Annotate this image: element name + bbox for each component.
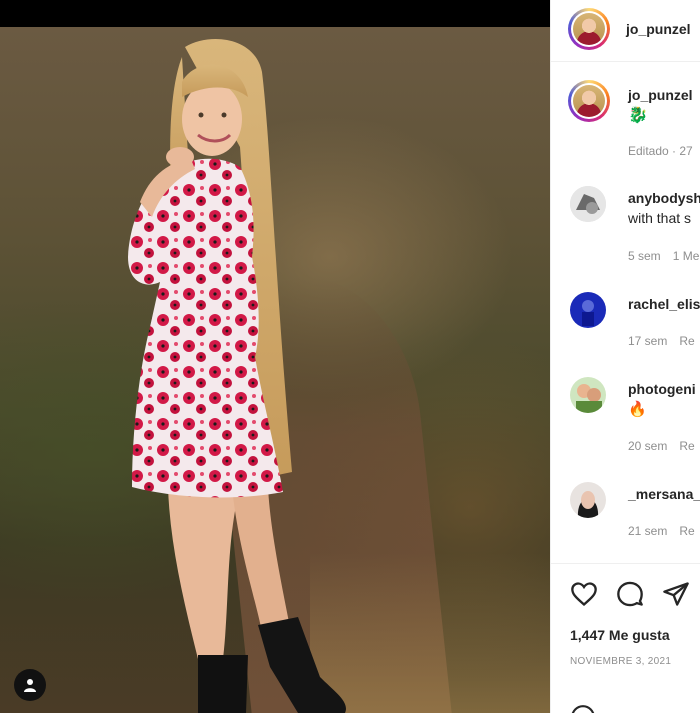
comment-username[interactable]: anybodysh bbox=[628, 190, 700, 206]
post-photo[interactable] bbox=[0, 27, 550, 713]
commenter-avatar[interactable] bbox=[570, 482, 606, 518]
comment-username[interactable]: _mersana_ bbox=[628, 486, 700, 502]
comment-time[interactable]: 5 sem bbox=[628, 249, 661, 263]
commenter-avatar[interactable] bbox=[570, 377, 606, 413]
reply-button[interactable]: Re bbox=[679, 334, 694, 348]
comment-likes[interactable]: 1 Me bbox=[673, 249, 700, 263]
post-actions: 1,447 Me gusta NOVIEMBRE 3, 2021 bbox=[551, 563, 700, 713]
post-header: jo_punzel bbox=[551, 0, 700, 62]
post-date[interactable]: NOVIEMBRE 3, 2021 bbox=[570, 656, 671, 667]
comment-username[interactable]: rachel_elis bbox=[628, 296, 700, 312]
user-icon bbox=[24, 679, 36, 692]
comment-time[interactable]: 17 sem bbox=[628, 334, 667, 348]
comment-icon[interactable] bbox=[616, 580, 644, 608]
post-media[interactable] bbox=[0, 0, 550, 713]
fire-emoji: 🔥 bbox=[628, 401, 647, 418]
comment-meta: 17 sem Re bbox=[628, 334, 695, 348]
caption-username[interactable]: jo_punzel bbox=[628, 87, 693, 103]
emoji-icon[interactable] bbox=[570, 704, 596, 713]
share-icon[interactable] bbox=[662, 580, 690, 608]
commenter-avatar[interactable] bbox=[570, 186, 606, 222]
heart-icon[interactable] bbox=[570, 580, 598, 608]
likes-count[interactable]: 1,447 Me gusta bbox=[570, 627, 670, 643]
comment-text: with that s bbox=[628, 210, 692, 226]
comment-time[interactable]: 21 sem bbox=[628, 524, 667, 538]
caption-avatar[interactable] bbox=[568, 80, 610, 122]
edited-label: Editado · 27 bbox=[628, 144, 693, 158]
commenter-avatar[interactable] bbox=[570, 292, 606, 328]
dragon-emoji: 🐉 bbox=[628, 107, 648, 124]
comment-username[interactable]: photogeni bbox=[628, 381, 696, 397]
tagged-user-button[interactable] bbox=[14, 669, 46, 701]
comment-time[interactable]: 20 sem bbox=[628, 439, 667, 453]
author-username[interactable]: jo_punzel bbox=[626, 21, 691, 37]
comment-meta: 5 sem 1 Me bbox=[628, 249, 699, 263]
comment-meta: 20 sem Re bbox=[628, 439, 695, 453]
post-side-panel: jo_punzel jo_punzel 🐉 Editado · 27 anybo… bbox=[550, 0, 700, 713]
woman-figure bbox=[128, 39, 346, 713]
media-top-bar bbox=[0, 0, 550, 27]
comment-meta: 21 sem Re bbox=[628, 524, 695, 538]
author-avatar[interactable] bbox=[568, 8, 610, 50]
reply-button[interactable]: Re bbox=[679, 524, 694, 538]
reply-button[interactable]: Re bbox=[679, 439, 694, 453]
